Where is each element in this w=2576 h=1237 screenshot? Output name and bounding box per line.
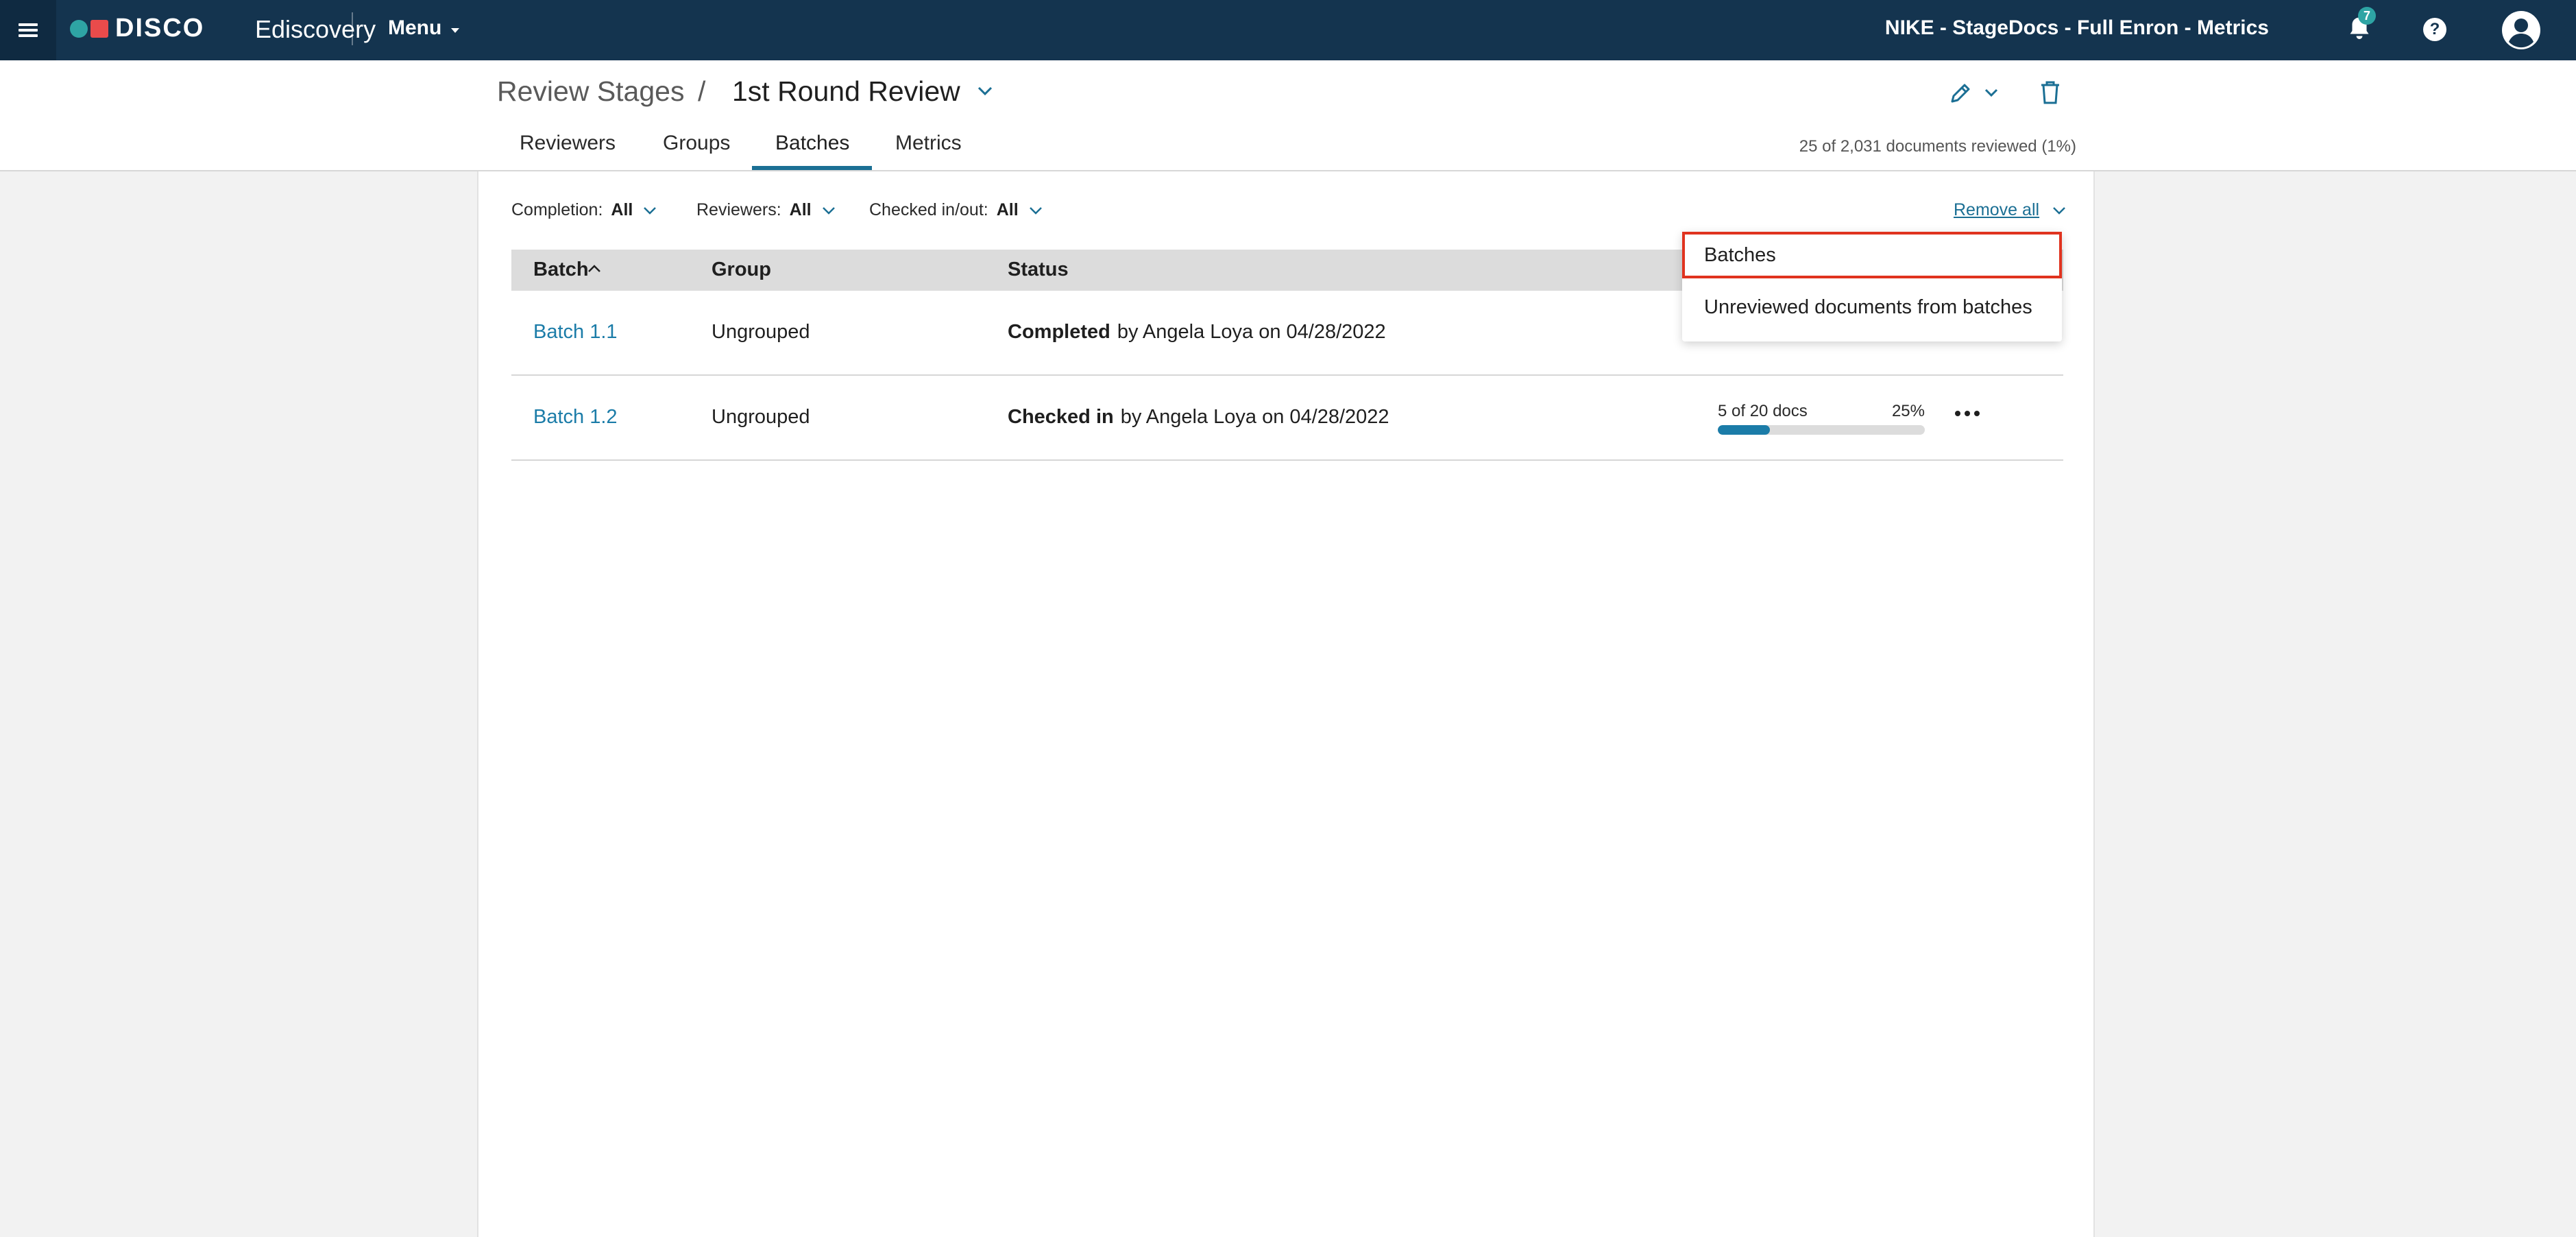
status-cell: Completed by Angela Loya on 04/28/2022	[1008, 321, 1386, 344]
group-cell: Ungrouped	[712, 406, 810, 428]
progress-docs-label: 5 of 20 docs	[1718, 402, 1808, 420]
project-title: NIKE - StageDocs - Full Enron - Metrics	[1884, 16, 2269, 39]
status-label: Completed	[1008, 321, 1110, 343]
menu-item-batches[interactable]: Batches	[1682, 232, 2062, 278]
main-menu-button[interactable]: Menu	[388, 16, 441, 40]
hamburger-menu-button[interactable]	[0, 0, 56, 60]
remove-all-chevron-down-icon[interactable]	[2051, 204, 2067, 217]
sort-ascending-icon[interactable]	[587, 263, 602, 274]
status-cell: Checked in by Angela Loya on 04/28/2022	[1008, 406, 1389, 429]
notification-count-badge: 7	[2358, 7, 2376, 25]
batch-link[interactable]: Batch 1.1	[533, 321, 618, 344]
breadcrumb-separator: /	[698, 75, 706, 107]
remove-all-link[interactable]: Remove all	[1954, 200, 2039, 220]
group-column-header: Group	[712, 259, 771, 280]
tab-batches[interactable]: Batches	[775, 132, 849, 155]
checked-filter-value: All	[996, 200, 1019, 219]
hamburger-icon-line	[19, 34, 38, 37]
progress-fill	[1718, 425, 1770, 435]
remove-all-dropdown-menu: Batches Unreviewed documents from batche…	[1682, 232, 2062, 341]
status-column-header: Status	[1008, 259, 1069, 280]
stage-chevron-down-icon[interactable]	[976, 84, 994, 97]
trash-icon[interactable]	[2039, 80, 2062, 106]
more-dots-icon[interactable]	[1954, 409, 1981, 418]
pencil-icon[interactable]	[1947, 81, 1973, 107]
batch-link[interactable]: Batch 1.2	[533, 406, 618, 429]
menu-caret-icon	[451, 28, 459, 33]
batch-column-header[interactable]: Batch	[533, 259, 589, 281]
status-detail: by Angela Loya on 04/28/2022	[1120, 406, 1389, 428]
tab-groups[interactable]: Groups	[663, 132, 730, 155]
current-stage-title[interactable]: 1st Round Review	[732, 75, 960, 108]
logo-square-icon	[90, 20, 108, 38]
top-nav-bar: DISCO Ediscovery Menu NIKE - StageDocs -…	[0, 0, 2576, 60]
reviewers-filter[interactable]: Reviewers: All	[696, 200, 836, 220]
topbar-divider	[352, 12, 353, 45]
completion-filter-value: All	[611, 200, 633, 219]
chevron-down-icon	[644, 207, 657, 215]
completion-filter-label: Completion:	[511, 200, 603, 219]
completion-filter[interactable]: Completion: All	[511, 200, 657, 220]
hamburger-icon-line	[19, 23, 38, 26]
progress-track	[1718, 425, 1925, 435]
batch-progress: 5 of 20 docs 25%	[1718, 402, 1925, 435]
hamburger-icon-line	[19, 29, 38, 32]
reviewers-filter-value: All	[789, 200, 812, 219]
checked-filter-label: Checked in/out:	[869, 200, 988, 219]
reviewers-filter-label: Reviewers:	[696, 200, 781, 219]
logo-text: DISCO	[115, 14, 205, 43]
tab-reviewers[interactable]: Reviewers	[520, 132, 616, 155]
logo-subtitle: Ediscovery	[255, 15, 376, 43]
checked-in-out-filter[interactable]: Checked in/out: All	[869, 200, 1043, 220]
progress-percent: 25%	[1891, 402, 1925, 420]
chevron-down-icon	[822, 207, 835, 215]
group-cell: Ungrouped	[712, 321, 810, 343]
documents-reviewed-summary: 25 of 2,031 documents reviewed (1%)	[1799, 137, 2076, 156]
help-icon[interactable]: ?	[2423, 18, 2446, 41]
status-label: Checked in	[1008, 406, 1114, 428]
status-detail: by Angela Loya on 04/28/2022	[1117, 321, 1386, 343]
active-tab-indicator	[752, 166, 872, 170]
chevron-down-icon	[1029, 207, 1042, 215]
user-avatar-icon[interactable]	[2501, 10, 2542, 51]
menu-item-unreviewed-documents[interactable]: Unreviewed documents from batches	[1682, 284, 2062, 331]
table-row: Batch 1.2 Ungrouped Checked in by Angela …	[511, 376, 2063, 461]
tab-metrics[interactable]: Metrics	[895, 132, 962, 155]
edit-chevron-down-icon[interactable]	[1983, 86, 2000, 99]
page-header: Review Stages / 1st Round Review Reviewe…	[0, 60, 2576, 171]
breadcrumb-review-stages[interactable]: Review Stages	[497, 75, 684, 108]
logo-circle-icon	[70, 20, 88, 38]
